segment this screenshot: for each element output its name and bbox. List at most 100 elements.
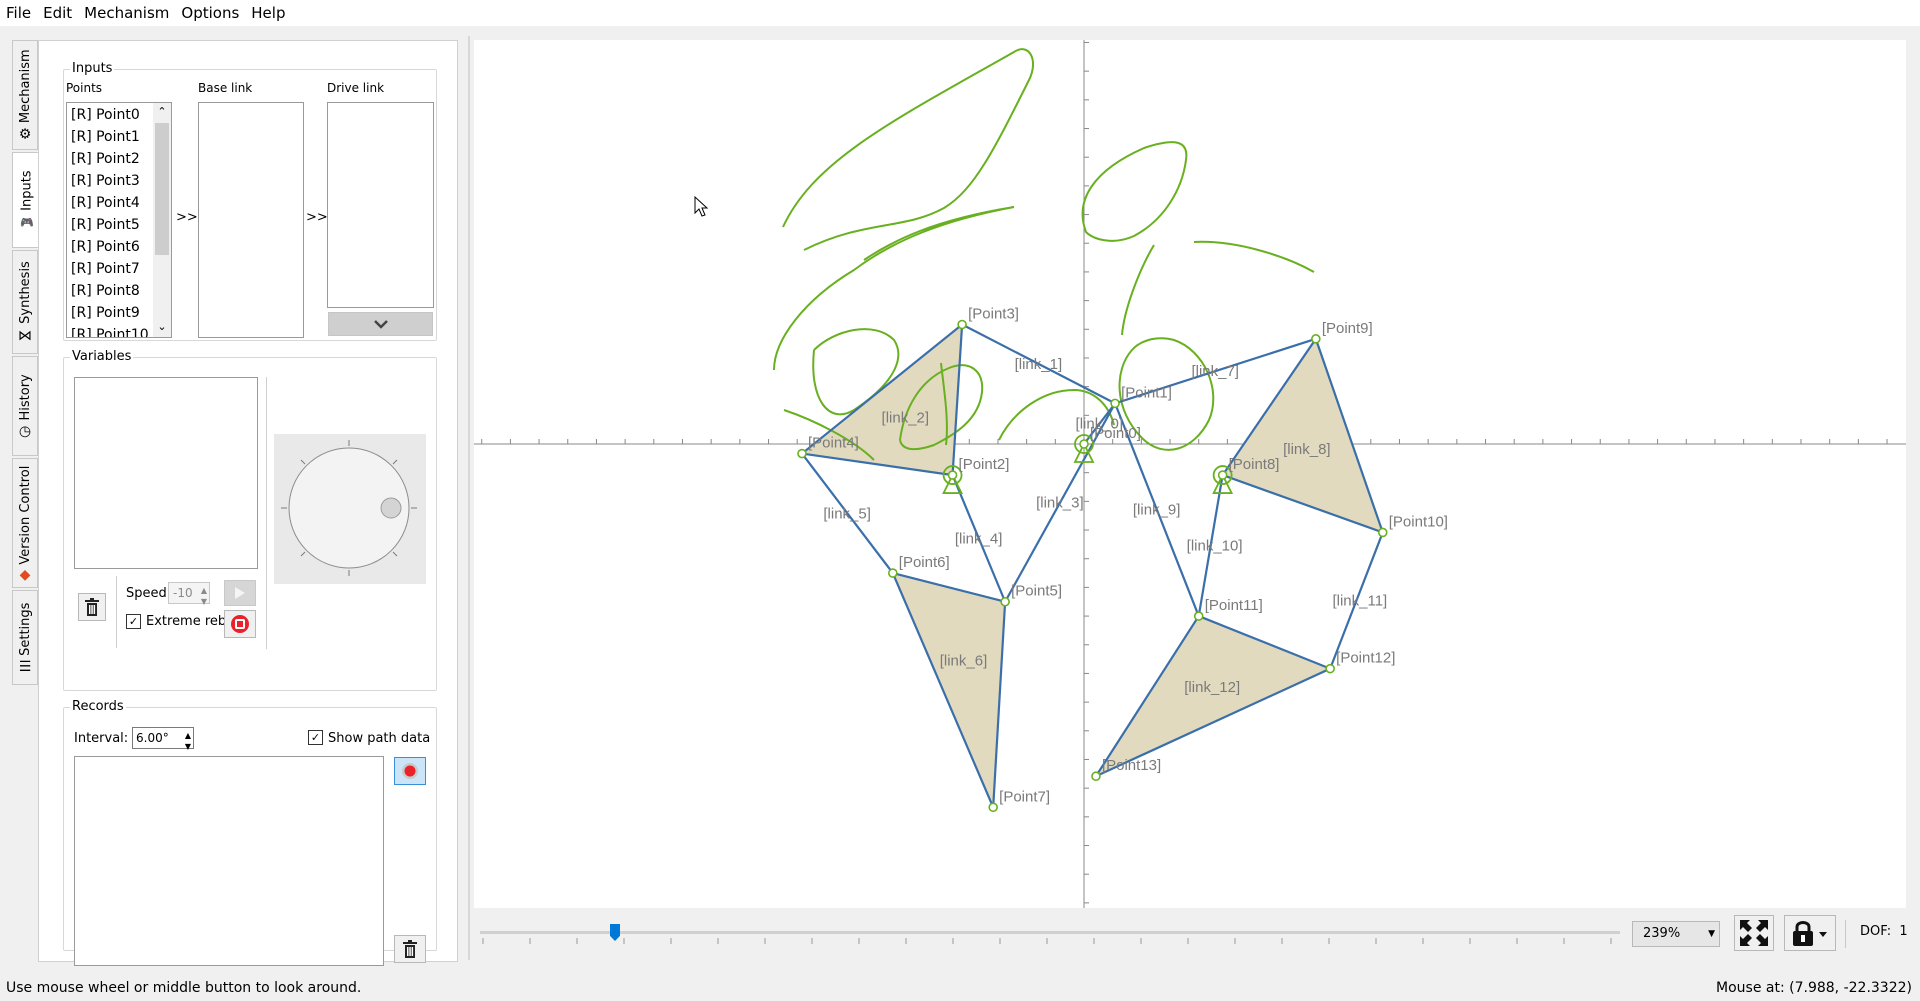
joint[interactable]: [988, 802, 998, 813]
variables-list[interactable]: [74, 377, 258, 569]
link-label: [link_3]: [1036, 495, 1084, 512]
joint[interactable]: [887, 568, 898, 578]
mechanism-canvas[interactable]: [link_0] [link_1] [link_2] [link_3] [link_4]…: [474, 40, 1906, 908]
tab-inputs[interactable]: 🎮 Inputs: [12, 152, 40, 248]
record-icon: [402, 763, 418, 779]
interval-label: Interval:: [74, 731, 129, 746]
list-item[interactable]: [R] Point8: [67, 280, 153, 302]
joint[interactable]: [1325, 663, 1335, 674]
point-label: [Point2]: [959, 456, 1010, 473]
show-path-checkbox[interactable]: ✓: [308, 730, 323, 745]
delete-record-button[interactable]: [394, 935, 426, 963]
dial-area: [274, 434, 426, 584]
fit-view-button[interactable]: [1734, 915, 1774, 951]
drive-link-list[interactable]: [327, 102, 434, 308]
expand-button[interactable]: [328, 312, 433, 336]
stop-button[interactable]: [224, 610, 256, 638]
list-item[interactable]: [R] Point4: [67, 192, 153, 214]
points-scrollbar[interactable]: ⌃ ⌄: [153, 103, 171, 337]
spin-down-icon[interactable]: ▼: [201, 592, 207, 612]
joint[interactable]: [957, 319, 967, 330]
menu-help[interactable]: Help: [245, 0, 291, 26]
git-icon: ◆: [19, 566, 31, 583]
points-list[interactable]: [R] Point0 [R] Point1 [R] Point2 [R] Point3…: [66, 102, 172, 338]
mechanism-drawing[interactable]: [link_0][link_1][link_2][link_3][link_4]…: [474, 40, 1906, 908]
menu-edit[interactable]: Edit: [37, 0, 78, 26]
scroll-up-icon[interactable]: ⌃: [154, 104, 170, 120]
interval-spinbox[interactable]: 6.00° ▲ ▼: [132, 727, 194, 751]
chevron-down-icon: [373, 320, 388, 329]
point-label: [Point5]: [1011, 583, 1062, 600]
records-list[interactable]: [74, 756, 384, 966]
joint[interactable]: [1000, 596, 1010, 607]
joint[interactable]: [797, 448, 807, 459]
interval-down-icon[interactable]: ▼: [185, 737, 191, 757]
zoom-select[interactable]: 239% ▼: [1632, 921, 1720, 947]
bottom-toolbar: 239% ▼ DOF: 1: [474, 912, 1908, 954]
link-label: [link_5]: [823, 505, 871, 522]
joint[interactable]: [1217, 470, 1228, 480]
separator-2: [116, 576, 117, 648]
link-label: [link_6]: [940, 653, 988, 670]
zoom-value: 239%: [1643, 926, 1681, 941]
gear-icon: ⚙: [18, 126, 32, 143]
list-item[interactable]: [R] Point5: [67, 214, 153, 236]
lock-button[interactable]: [1784, 915, 1836, 951]
variables-group-title: Variables: [70, 349, 134, 364]
panel-splitter[interactable]: [468, 36, 470, 960]
extreme-rebound-checkbox[interactable]: ✓: [126, 614, 141, 629]
point-label: [Point11]: [1205, 597, 1263, 614]
dial-knob[interactable]: [380, 497, 402, 519]
path-point8: [1121, 244, 1155, 336]
add-base-arrow[interactable]: >>: [176, 210, 198, 225]
joint[interactable]: [1110, 398, 1120, 409]
list-item[interactable]: [R] Point9: [67, 302, 153, 324]
menu-mechanism[interactable]: Mechanism: [78, 0, 175, 26]
joint[interactable]: [1377, 527, 1388, 538]
tab-history[interactable]: ◷ History: [12, 356, 38, 456]
joint[interactable]: [947, 470, 958, 480]
delete-variable-button[interactable]: [78, 593, 106, 621]
list-item[interactable]: [R] Point3: [67, 170, 153, 192]
list-item[interactable]: [R] Point2: [67, 148, 153, 170]
slider-ticks: [482, 938, 1612, 944]
play-button[interactable]: [224, 580, 256, 606]
point-label: [Point12]: [1336, 650, 1395, 667]
records-group: Records Interval: 6.00° ▲ ▼ ✓ Show path …: [63, 699, 437, 966]
status-bar: Use mouse wheel or middle button to look…: [0, 976, 1920, 1001]
scroll-down-icon[interactable]: ⌄: [154, 320, 170, 336]
tab-synthesis[interactable]: ⋈ Synthesis: [12, 250, 38, 354]
path-point12: [1193, 240, 1315, 273]
scroll-thumb[interactable]: [155, 123, 169, 255]
tab-mechanism[interactable]: ⚙ Mechanism: [12, 40, 38, 150]
list-item[interactable]: [R] Point0: [67, 104, 153, 126]
add-drive-arrow[interactable]: >>: [306, 210, 328, 225]
stop-icon: [231, 615, 249, 633]
joint[interactable]: [1193, 611, 1204, 621]
list-item[interactable]: [R] Point1: [67, 126, 153, 148]
point-label: [Point8]: [1229, 456, 1280, 473]
joint[interactable]: [1091, 771, 1101, 782]
trash-icon: [403, 940, 417, 958]
joint[interactable]: [1079, 439, 1089, 449]
list-item[interactable]: [R] Point6: [67, 236, 153, 258]
dropdown-arrow-icon: ▼: [1708, 929, 1715, 939]
list-item[interactable]: [R] Point7: [67, 258, 153, 280]
joint[interactable]: [1311, 334, 1321, 344]
menu-file[interactable]: File: [0, 0, 37, 26]
slider-track[interactable]: [480, 931, 1620, 934]
tab-settings[interactable]: ☰ Settings: [12, 590, 38, 685]
interval-value: 6.00°: [136, 731, 169, 745]
dof-label: DOF: 1: [1860, 924, 1908, 939]
link-label: [link_4]: [955, 530, 1003, 547]
base-link-label: Base link: [198, 81, 253, 95]
speed-label: Speed:: [126, 586, 172, 601]
base-link-list[interactable]: [198, 102, 304, 338]
angle-dial[interactable]: [274, 434, 426, 584]
tab-version-control[interactable]: ◆ Version Control: [12, 458, 38, 588]
menu-options[interactable]: Options: [175, 0, 245, 26]
tab-inputs-label: Inputs: [19, 170, 34, 211]
list-item[interactable]: [R] Point10: [67, 324, 153, 337]
speed-spinbox[interactable]: -10 ▲ ▼: [168, 582, 210, 606]
record-button[interactable]: [394, 757, 426, 785]
